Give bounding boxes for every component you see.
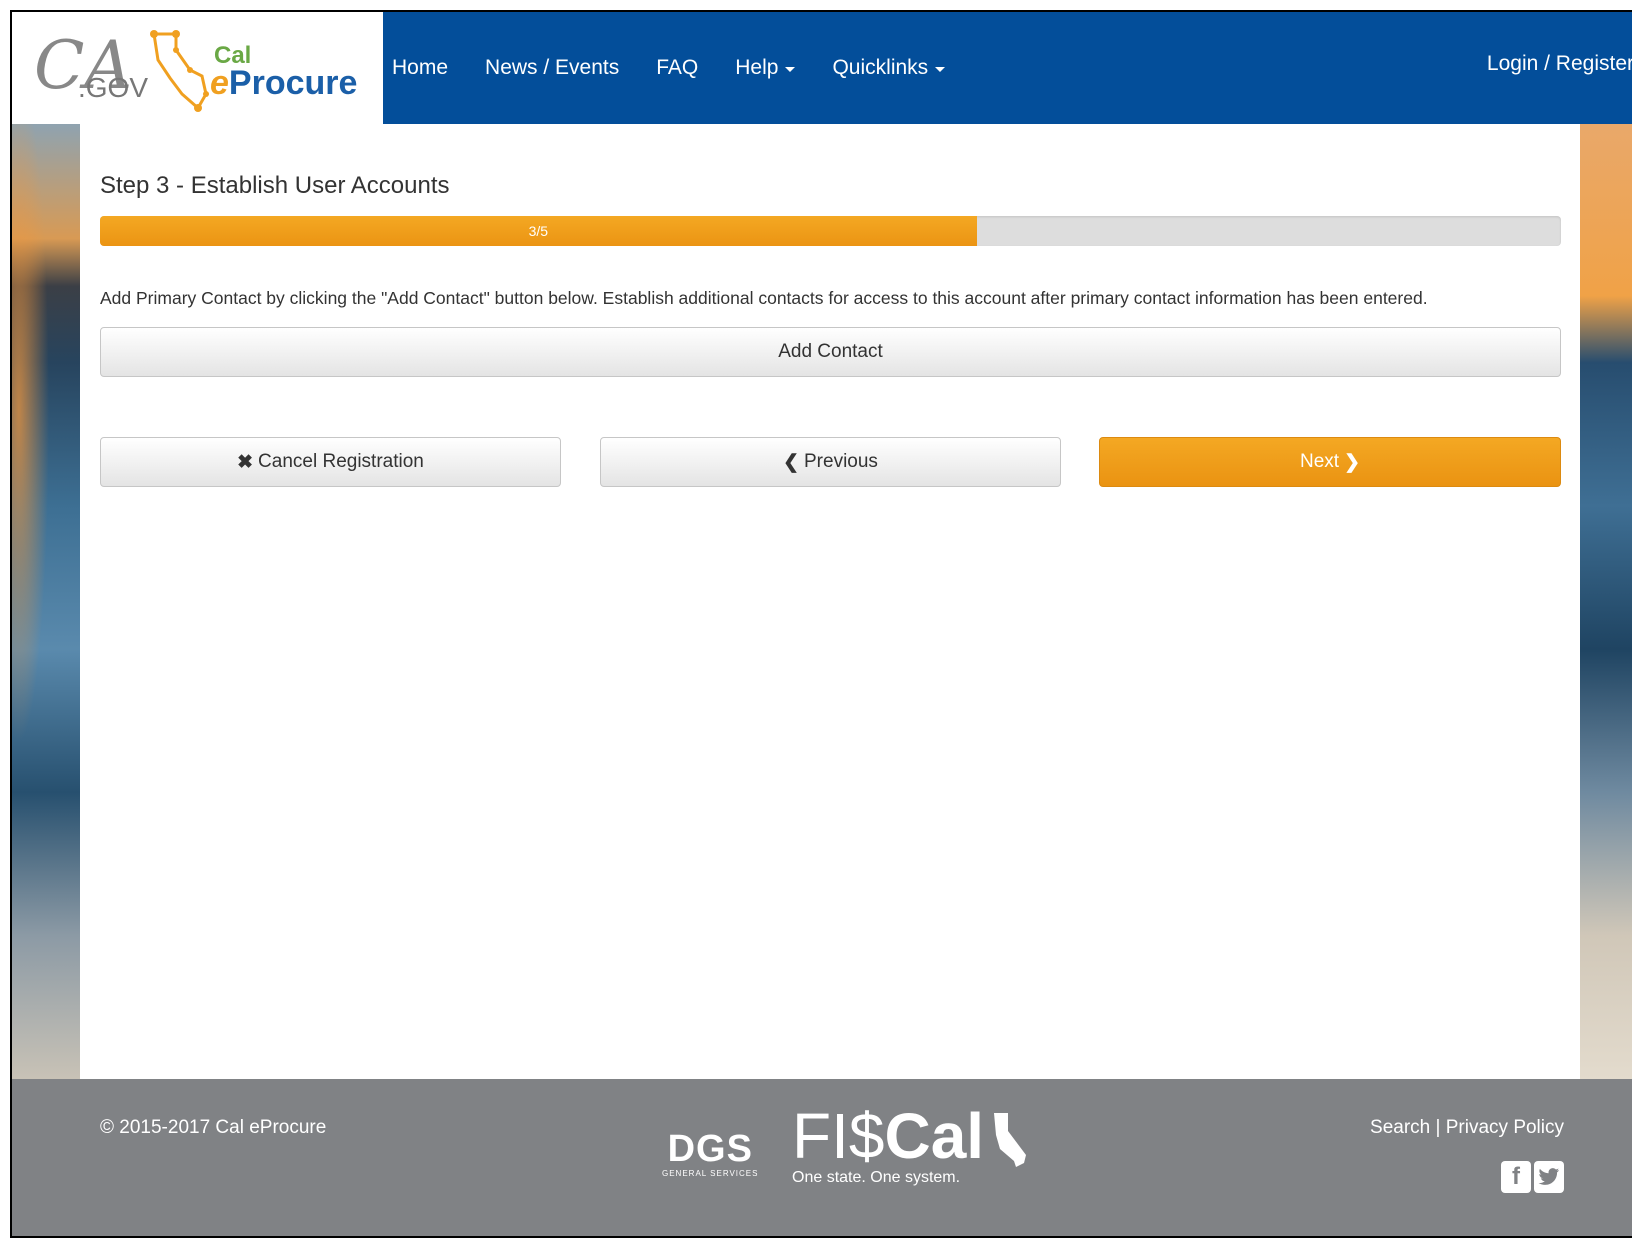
progress-label: 3/5 [528, 223, 549, 239]
next-button[interactable]: Next ❯ [1099, 437, 1561, 487]
dgs-logo[interactable]: DGS GENERAL SERVICES [662, 1129, 758, 1178]
add-contact-label: Add Contact [778, 341, 883, 362]
main-content: Step 3 - Establish User Accounts 3/5 Add… [80, 124, 1580, 1079]
chevron-left-icon: ❮ [783, 451, 799, 473]
dgs-logo-subtext: GENERAL SERVICES [662, 1169, 759, 1178]
fiscal-logo[interactable]: FI$Cal One state. One system. [792, 1101, 1030, 1187]
logo-area: CA .GOV Cal eProcure [12, 12, 383, 124]
previous-label: Previous [804, 451, 878, 472]
ca-logo-gov-text: .GOV [78, 72, 149, 103]
logo-eprocure-text: eProcure [210, 64, 358, 102]
social-links: f [1501, 1161, 1564, 1193]
cancel-registration-label: Cancel Registration [258, 451, 424, 472]
background-image-left [12, 124, 80, 1079]
twitter-bird-icon [1538, 1168, 1560, 1185]
nav-home[interactable]: Home [392, 56, 448, 80]
nav-news-label: News / Events [485, 56, 620, 79]
twitter-icon[interactable] [1534, 1161, 1564, 1193]
times-icon: ✖ [237, 451, 254, 473]
instructions-text: Add Primary Contact by clicking the "Add… [100, 288, 1428, 308]
cal-eprocure-logo[interactable]: Cal eProcure [146, 20, 376, 116]
nav-news-events[interactable]: News / Events [485, 56, 619, 80]
add-contact-button[interactable]: Add Contact [100, 327, 1561, 377]
main-nav: Home News / Events FAQ Help Quicklinks [392, 12, 982, 124]
fiscal-wordmark: FI$Cal [792, 1101, 1030, 1171]
previous-button[interactable]: ❮ Previous [600, 437, 1061, 487]
progress-bar: 3/5 [100, 216, 1561, 246]
next-label: Next [1300, 451, 1340, 472]
search-link[interactable]: Search [1370, 1117, 1430, 1138]
nav-home-label: Home [392, 56, 449, 79]
nav-help-dropdown[interactable]: Help [735, 56, 796, 80]
dgs-logo-text: DGS [667, 1128, 753, 1170]
nav-faq[interactable]: FAQ [656, 56, 698, 80]
nav-quicklinks-label: Quicklinks [832, 56, 929, 79]
caret-down-icon [785, 66, 796, 72]
chevron-right-icon: ❯ [1344, 451, 1360, 473]
facebook-icon[interactable]: f [1501, 1161, 1531, 1193]
copyright-text: © 2015-2017 Cal eProcure [100, 1117, 327, 1138]
fiscal-tagline: One state. One system. [792, 1169, 961, 1187]
ca-gov-logo[interactable]: CA .GOV [32, 26, 148, 106]
privacy-policy-link[interactable]: Privacy Policy [1446, 1117, 1564, 1138]
nav-quicklinks-dropdown[interactable]: Quicklinks [832, 56, 946, 80]
link-separator: | [1435, 1117, 1441, 1138]
login-register-link[interactable]: Login / Register [1487, 52, 1632, 76]
california-state-icon [994, 1113, 1027, 1168]
site-footer: © 2015-2017 Cal eProcure DGS GENERAL SER… [12, 1079, 1632, 1236]
progress-bar-fill: 3/5 [100, 216, 977, 246]
background-image-right [1578, 124, 1632, 1079]
nav-help-label: Help [735, 56, 779, 79]
page-frame: CA .GOV Cal eProcure Home News / Events … [10, 10, 1632, 1238]
cancel-registration-button[interactable]: ✖ Cancel Registration [100, 437, 561, 487]
nav-faq-label: FAQ [656, 56, 699, 79]
site-header: CA .GOV Cal eProcure Home News / Events … [12, 12, 1632, 124]
step-title: Step 3 - Establish User Accounts [100, 172, 450, 199]
footer-links: Search | Privacy Policy [1370, 1117, 1564, 1139]
caret-down-icon [935, 66, 946, 72]
